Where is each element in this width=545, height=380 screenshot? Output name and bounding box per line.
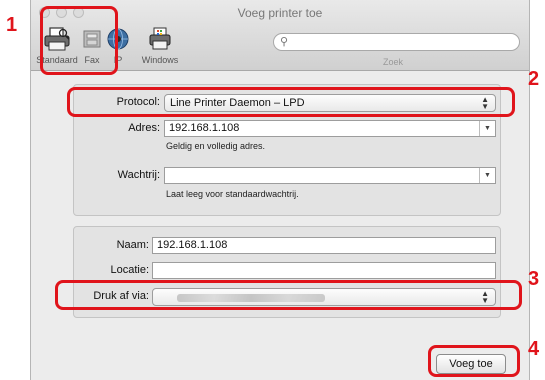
- callout-number-3: 3: [528, 268, 540, 290]
- name-value: 192.168.1.108: [157, 239, 228, 251]
- toolbar-label: Windows: [141, 55, 179, 65]
- callout-box-1: [40, 6, 118, 75]
- address-value: 192.168.1.108: [169, 122, 240, 134]
- callout-box-4: [428, 345, 520, 377]
- search-label: Zoek: [383, 57, 404, 67]
- queue-label: Wachtrij:: [117, 169, 160, 181]
- name-label: Naam:: [116, 239, 149, 251]
- callout-number-1: 1: [6, 14, 18, 36]
- address-hint: Geldig en volledig adres.: [166, 141, 266, 151]
- callout-box-2: [67, 87, 515, 117]
- search-field[interactable]: ⚲: [273, 33, 520, 51]
- chevron-down-icon[interactable]: ▼: [479, 121, 495, 136]
- address-label: Adres:: [128, 122, 160, 134]
- address-field[interactable]: 192.168.1.108 ▼: [164, 120, 496, 137]
- name-field[interactable]: 192.168.1.108: [152, 237, 496, 254]
- queue-field[interactable]: ▼: [164, 167, 496, 184]
- callout-number-4: 4: [528, 338, 540, 360]
- chevron-down-icon[interactable]: ▼: [479, 168, 495, 183]
- callout-number-2: 2: [528, 68, 540, 90]
- search-icon: ⚲: [280, 36, 289, 48]
- location-field[interactable]: [152, 262, 496, 279]
- callout-box-3: [55, 280, 522, 310]
- location-label: Locatie:: [110, 264, 149, 276]
- windows-printer-icon: [149, 27, 171, 50]
- toolbar-windows[interactable]: Windows: [137, 26, 183, 65]
- queue-hint: Laat leeg voor standaardwachtrij.: [166, 189, 299, 199]
